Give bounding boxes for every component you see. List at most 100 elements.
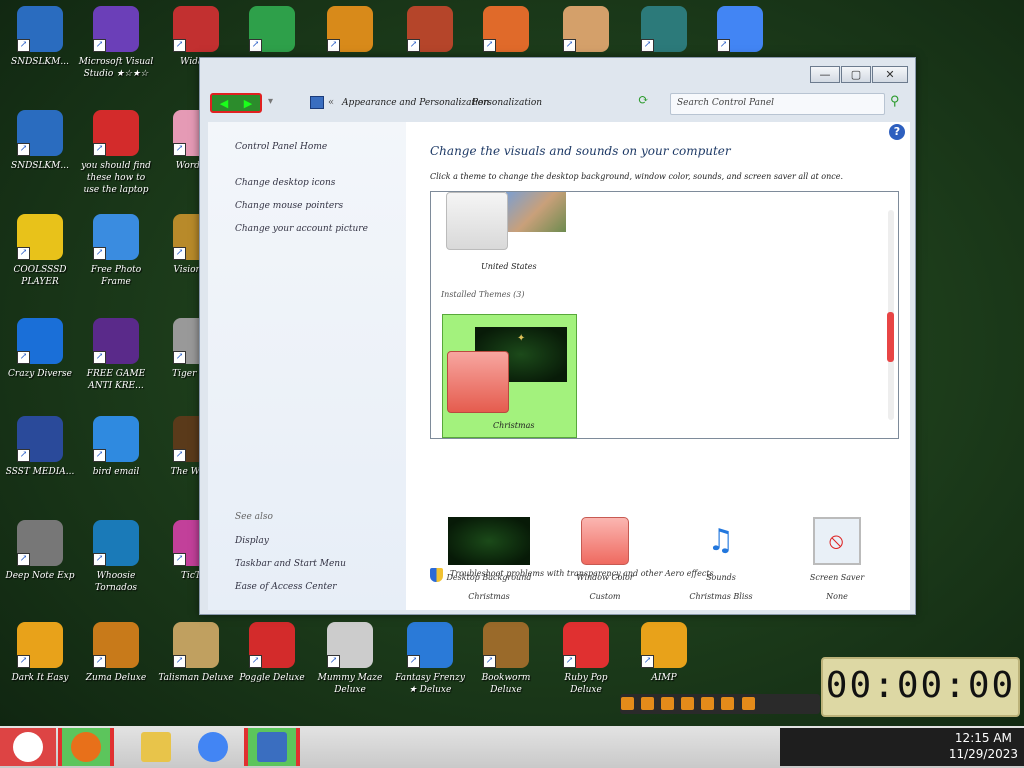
desktop-icon[interactable]: ↗ Crazy Diverse bbox=[0, 318, 80, 414]
app-icon[interactable]: ↗ bbox=[249, 6, 295, 52]
desktop-background-tile[interactable]: Desktop Background Christmas bbox=[434, 517, 544, 609]
theme-united-states-preview-window[interactable] bbox=[446, 192, 508, 250]
desktop-icon-label[interactable]: Talisman Deluxe bbox=[156, 672, 236, 684]
desktop-icon-label[interactable]: Free Photo Frame bbox=[76, 264, 156, 288]
control-panel-icon[interactable] bbox=[257, 732, 287, 762]
desktop-icon[interactable]: ↗ Talisman Deluxe bbox=[156, 622, 236, 718]
refresh-icon[interactable]: ⟳ bbox=[638, 93, 654, 109]
sidebar-ease-of-access[interactable]: Ease of Access Center bbox=[235, 582, 337, 592]
app-icon[interactable]: ↗ bbox=[93, 110, 139, 156]
desktop-icon[interactable]: ↗ Poggle Deluxe bbox=[232, 622, 312, 718]
titlebar[interactable]: — ▢ ✕ bbox=[200, 58, 915, 88]
app-icon[interactable]: ↗ bbox=[17, 520, 63, 566]
breadcrumb-appearance[interactable]: Appearance and Personalization bbox=[342, 98, 489, 108]
breadcrumb-personalization[interactable]: Personalization bbox=[472, 98, 542, 108]
pause-icon[interactable] bbox=[641, 697, 655, 710]
sounds-tile[interactable]: ♫ Sounds Christmas Bliss bbox=[666, 517, 776, 609]
window-color-icon[interactable] bbox=[581, 517, 629, 565]
tile-value[interactable]: Custom bbox=[550, 592, 660, 601]
desktop-icon-label[interactable]: Ruby Pop Deluxe bbox=[546, 672, 626, 696]
desktop-icon-label[interactable]: SNDSLKM... bbox=[0, 56, 80, 68]
taskbar-firefox[interactable] bbox=[58, 728, 114, 766]
app-icon[interactable]: ↗ bbox=[17, 622, 63, 668]
theme-united-states-preview-image[interactable] bbox=[506, 192, 566, 232]
timer-display[interactable]: 00:00:00 bbox=[821, 657, 1020, 717]
app-icon[interactable]: ↗ bbox=[717, 6, 763, 52]
next-icon[interactable] bbox=[701, 697, 715, 710]
desktop-icon[interactable]: ↗ you should find these how to use the la… bbox=[76, 110, 156, 206]
media-player-controls[interactable] bbox=[620, 694, 820, 714]
tile-value[interactable]: None bbox=[782, 592, 892, 601]
music-notes-icon[interactable]: ♫ bbox=[697, 517, 745, 565]
desktop-icon[interactable]: ↗ Microsoft Visual Studio ★☆★☆ bbox=[76, 6, 156, 102]
clock[interactable]: 12:15 AM 11/29/2023 bbox=[949, 730, 1018, 762]
back-forward-buttons[interactable]: ◀ ▶ bbox=[210, 93, 262, 113]
previous-icon[interactable] bbox=[681, 697, 695, 710]
desktop-icon-label[interactable]: Mummy Maze Deluxe bbox=[310, 672, 390, 696]
desktop-icon-label[interactable]: bird email bbox=[76, 466, 156, 478]
tile-value[interactable]: Christmas bbox=[434, 592, 544, 601]
app-icon[interactable]: ↗ bbox=[563, 6, 609, 52]
history-dropdown-icon[interactable]: ▾ bbox=[268, 96, 273, 107]
taskbar-control-panel[interactable] bbox=[244, 728, 300, 766]
app-icon[interactable]: ↗ bbox=[327, 6, 373, 52]
desktop-icon-label[interactable]: Bookworm Deluxe bbox=[466, 672, 546, 696]
desktop-icon[interactable]: ↗ SSST MEDIA... bbox=[0, 416, 80, 512]
folder-icon[interactable] bbox=[141, 732, 171, 762]
close-button[interactable]: ✕ bbox=[872, 66, 908, 83]
app-icon[interactable]: ↗ bbox=[483, 6, 529, 52]
desktop-icon-label[interactable]: COOLSSSD PLAYER bbox=[0, 264, 80, 288]
taskbar-chrome[interactable] bbox=[185, 728, 241, 766]
app-icon[interactable]: ↗ bbox=[93, 318, 139, 364]
app-icon[interactable]: ↗ bbox=[249, 622, 295, 668]
desktop-icon-label[interactable]: Zuma Deluxe bbox=[76, 672, 156, 684]
start-button[interactable] bbox=[0, 728, 56, 766]
desktop-icon-label[interactable]: SNDSLKM... bbox=[0, 160, 80, 172]
desktop-icon[interactable]: ↗ Bookworm Deluxe bbox=[466, 622, 546, 718]
desktop-icon[interactable]: ↗ Mummy Maze Deluxe bbox=[310, 622, 390, 718]
app-icon[interactable]: ↗ bbox=[17, 110, 63, 156]
desktop-icon-label[interactable]: Crazy Diverse bbox=[0, 368, 80, 380]
troubleshoot-link[interactable]: Troubleshoot problems with transparency … bbox=[450, 569, 714, 578]
play-icon[interactable] bbox=[621, 697, 634, 710]
app-icon[interactable]: ↗ bbox=[93, 622, 139, 668]
app-icon[interactable]: ↗ bbox=[17, 416, 63, 462]
stop-icon[interactable] bbox=[661, 697, 675, 710]
desktop-icon[interactable]: ↗ FREE GAME ANTI KRE... bbox=[76, 318, 156, 414]
desktop-icon-label[interactable]: Deep Note Exp bbox=[0, 570, 80, 582]
desktop-icon[interactable]: ↗ Deep Note Exp bbox=[0, 520, 80, 616]
taskbar-file-explorer[interactable] bbox=[128, 728, 184, 766]
app-icon[interactable]: ↗ bbox=[17, 6, 63, 52]
back-arrow-icon[interactable]: ◀ bbox=[220, 97, 228, 110]
screen-saver-icon[interactable] bbox=[813, 517, 861, 565]
desktop-icon[interactable]: ↗ Fantasy Frenzy ★ Deluxe bbox=[390, 622, 470, 718]
app-icon[interactable]: ↗ bbox=[93, 416, 139, 462]
app-icon[interactable]: ↗ bbox=[563, 622, 609, 668]
maximize-button[interactable]: ▢ bbox=[841, 66, 871, 83]
minimize-button[interactable]: — bbox=[810, 66, 840, 83]
desktop-icon[interactable]: ↗ SNDSLKM... bbox=[0, 110, 80, 206]
rewind-icon[interactable] bbox=[721, 697, 735, 710]
desktop-icon-label[interactable]: AIMP bbox=[624, 672, 704, 684]
sidebar-change-account-picture[interactable]: Change your account picture bbox=[235, 224, 368, 234]
app-icon[interactable]: ↗ bbox=[641, 6, 687, 52]
theme-christmas[interactable]: ✦ Christmas bbox=[442, 314, 577, 438]
theme-united-states-label[interactable]: United States bbox=[481, 262, 537, 271]
app-icon[interactable]: ↗ bbox=[93, 214, 139, 260]
theme-christmas-label[interactable]: Christmas bbox=[493, 421, 534, 430]
desktop-icon[interactable]: ↗ Zuma Deluxe bbox=[76, 622, 156, 718]
app-icon[interactable]: ↗ bbox=[93, 520, 139, 566]
desktop-icon[interactable]: ↗ Whoosie Tornados bbox=[76, 520, 156, 616]
desktop-icon[interactable]: ↗ Dark It Easy bbox=[0, 622, 80, 718]
app-icon[interactable]: ↗ bbox=[327, 622, 373, 668]
desktop-icon-label[interactable]: Poggle Deluxe bbox=[232, 672, 312, 684]
santa-icon[interactable] bbox=[13, 732, 43, 762]
desktop-icon-label[interactable]: SSST MEDIA... bbox=[0, 466, 80, 478]
sidebar-taskbar-start-menu[interactable]: Taskbar and Start Menu bbox=[235, 559, 346, 569]
app-icon[interactable]: ↗ bbox=[17, 318, 63, 364]
desktop-background-icon[interactable] bbox=[448, 517, 530, 565]
forward-arrow-icon[interactable]: ▶ bbox=[244, 97, 252, 110]
desktop-icon[interactable]: ↗ Ruby Pop Deluxe bbox=[546, 622, 626, 718]
sidebar-change-mouse-pointers[interactable]: Change mouse pointers bbox=[235, 201, 343, 211]
theme-list[interactable]: United States Installed Themes (3) ✦ Chr… bbox=[430, 191, 899, 439]
